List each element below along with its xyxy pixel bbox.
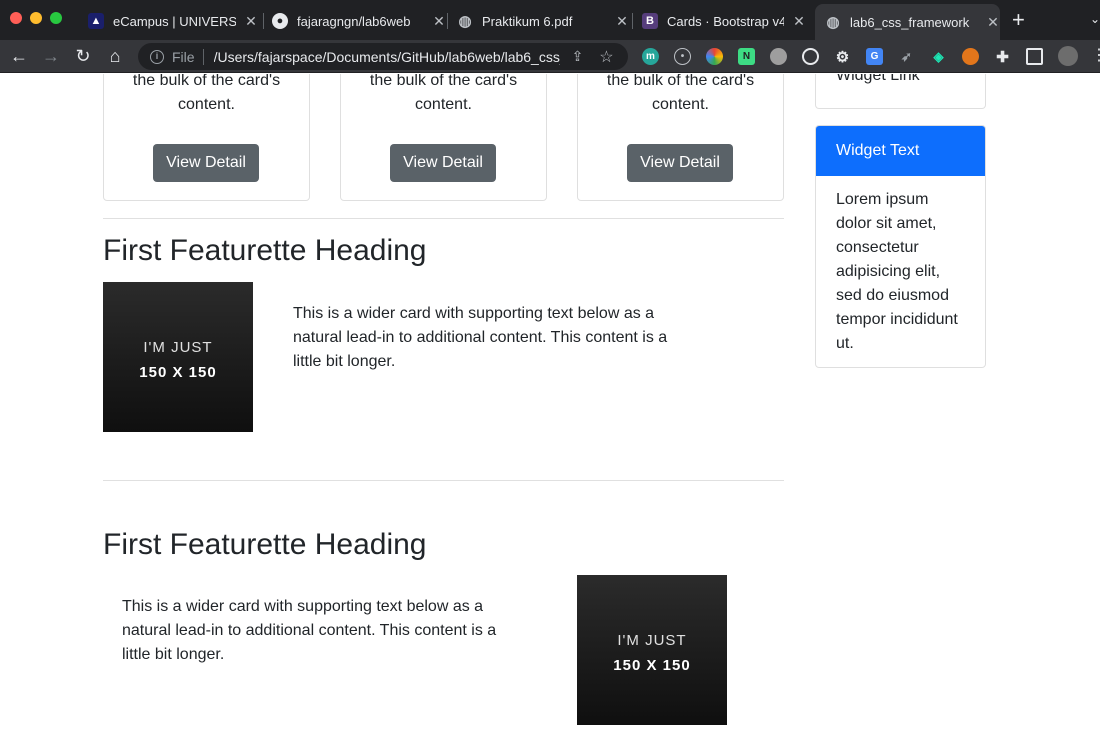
- reload-icon[interactable]: ↻: [72, 45, 94, 67]
- card-text: the bulk of the card's content.: [606, 74, 755, 113]
- widget-text-header: Widget Text: [816, 126, 985, 176]
- browser-tab-bootstrap-cards[interactable]: B Cards · Bootstrap v4 ✕: [642, 6, 806, 36]
- globe-icon: ◍: [826, 14, 840, 31]
- extension-gauge-icon[interactable]: [802, 48, 819, 65]
- bootstrap-icon: B: [642, 13, 658, 29]
- tab-search-chevron-icon[interactable]: ⌄: [1090, 12, 1100, 26]
- card-text: the bulk of the card's content.: [369, 74, 518, 113]
- browser-toolbar: ← → ↻ ⌂ i File /Users/fajarspace/Documen…: [0, 40, 1100, 73]
- close-tab-icon[interactable]: ✕: [792, 13, 806, 30]
- featurette-image: I'M JUST 150 X 150: [577, 575, 727, 725]
- bookmark-star-icon[interactable]: ☆: [599, 47, 613, 67]
- browser-tab-github[interactable]: ● fajaragngn/lab6web ✕: [272, 6, 446, 36]
- browser-menu-icon[interactable]: ⋮: [1088, 45, 1100, 67]
- view-detail-button[interactable]: View Detail: [153, 144, 259, 182]
- close-tab-icon[interactable]: ✕: [432, 13, 446, 30]
- github-icon: ●: [272, 13, 288, 29]
- product-card: the bulk of the card's content. View Det…: [103, 74, 310, 201]
- extension-color-picker-icon[interactable]: [706, 48, 723, 65]
- divider: [103, 218, 784, 219]
- extension-m-icon[interactable]: m: [642, 48, 659, 65]
- info-icon[interactable]: i: [150, 49, 164, 64]
- close-window-button[interactable]: [10, 12, 22, 24]
- extension-diamond-icon[interactable]: ◈: [930, 48, 947, 65]
- back-arrow-icon[interactable]: ←: [8, 45, 30, 67]
- address-scheme-label: File: [172, 48, 195, 65]
- product-card: the bulk of the card's content. View Det…: [340, 74, 547, 201]
- tab-separator: [632, 13, 633, 29]
- browser-tab-strip: ▲ eCampus | UNIVERSITAS ✕ ● fajaragngn/l…: [0, 0, 1100, 40]
- browser-tab-ecampus[interactable]: ▲ eCampus | UNIVERSITAS ✕: [88, 6, 258, 36]
- extension-bulb-icon[interactable]: •: [674, 48, 691, 65]
- widget-link-card: Widget Link: [815, 74, 986, 109]
- address-bar[interactable]: i File /Users/fajarspace/Documents/GitHu…: [138, 43, 628, 70]
- forward-arrow-icon[interactable]: →: [40, 45, 62, 67]
- browser-tab-lab6-active[interactable]: ◍ lab6_css_framework ✕: [815, 4, 1000, 40]
- tab-separator: [263, 13, 264, 29]
- address-url-text[interactable]: /Users/fajarspace/Documents/GitHub/lab6w…: [214, 49, 560, 65]
- fullscreen-window-button[interactable]: [50, 12, 62, 24]
- side-panel-icon[interactable]: [1026, 48, 1043, 65]
- widget-text-body: Lorem ipsum dolor sit amet, consectetur …: [836, 191, 958, 352]
- close-tab-icon[interactable]: ✕: [244, 13, 258, 30]
- featurette-image: I'M JUST 150 X 150: [103, 282, 253, 432]
- product-card: the bulk of the card's content. View Det…: [577, 74, 784, 201]
- extension-translate-icon[interactable]: G: [866, 48, 883, 65]
- featurette-heading: First Featurette Heading: [103, 528, 427, 561]
- view-detail-button[interactable]: View Detail: [627, 144, 733, 182]
- browser-tab-praktikum-pdf[interactable]: ◍ Praktikum 6.pdf ✕: [457, 6, 629, 36]
- minimize-window-button[interactable]: [30, 12, 42, 24]
- extension-rocket-icon[interactable]: ➶: [898, 48, 915, 65]
- close-tab-icon[interactable]: ✕: [986, 14, 1000, 31]
- featurette-text: This is a wider card with supporting tex…: [122, 598, 497, 663]
- extension-fox-icon[interactable]: [962, 48, 979, 65]
- divider: [103, 480, 784, 481]
- tab-separator: [447, 13, 448, 29]
- new-tab-button[interactable]: +: [1012, 9, 1025, 31]
- ecampus-icon: ▲: [88, 13, 104, 29]
- gear-icon[interactable]: ⚙: [834, 48, 851, 66]
- featurette-heading: First Featurette Heading: [103, 234, 427, 267]
- extensions-puzzle-icon[interactable]: ✚: [994, 48, 1011, 66]
- extension-cloud-icon[interactable]: [770, 48, 787, 65]
- widget-link[interactable]: Widget Link: [836, 74, 920, 88]
- widget-text-card: Widget Text Lorem ipsum dolor sit amet, …: [815, 125, 986, 368]
- globe-icon: ◍: [458, 13, 472, 30]
- page-viewport: the bulk of the card's content. View Det…: [0, 74, 1100, 741]
- address-divider: [202, 48, 204, 65]
- card-text: the bulk of the card's content.: [132, 74, 281, 113]
- view-detail-button[interactable]: View Detail: [390, 144, 496, 182]
- close-tab-icon[interactable]: ✕: [615, 13, 629, 30]
- share-icon[interactable]: ⇪: [572, 48, 584, 65]
- home-icon[interactable]: ⌂: [104, 45, 126, 67]
- avatar[interactable]: [1058, 46, 1078, 66]
- extension-n-icon[interactable]: N: [738, 48, 755, 65]
- featurette-text: This is a wider card with supporting tex…: [293, 305, 668, 370]
